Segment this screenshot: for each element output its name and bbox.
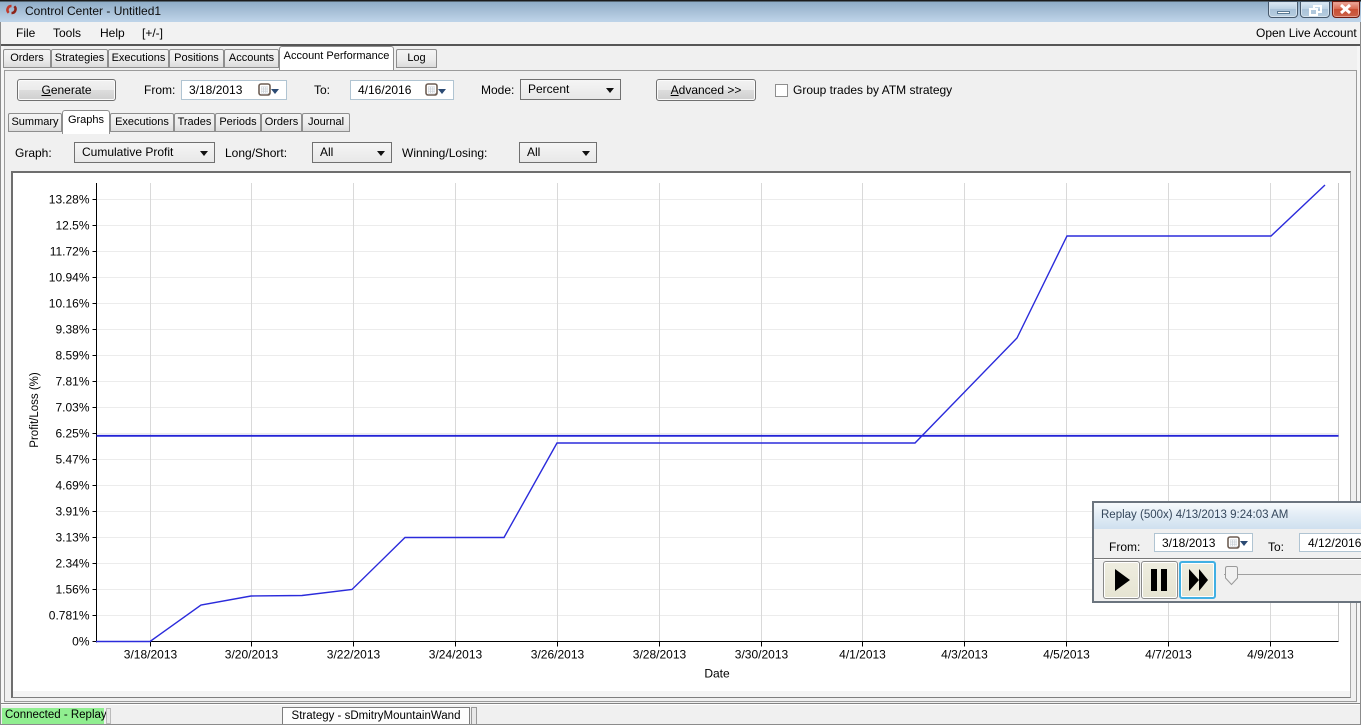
svg-text:1.56%: 1.56% — [55, 583, 89, 597]
svg-text:10.94%: 10.94% — [49, 271, 90, 285]
svg-text:Profit/Loss (%): Profit/Loss (%) — [29, 372, 41, 448]
svg-text:4/1/2013: 4/1/2013 — [839, 648, 886, 662]
svg-text:Date: Date — [704, 667, 730, 681]
svg-text:7.81%: 7.81% — [55, 375, 89, 389]
svg-text:3/28/2013: 3/28/2013 — [633, 648, 687, 662]
svg-text:6.25%: 6.25% — [55, 427, 89, 441]
svg-text:3/18/2013: 3/18/2013 — [124, 648, 178, 662]
svg-text:4/5/2013: 4/5/2013 — [1043, 648, 1090, 662]
svg-text:12.5%: 12.5% — [55, 219, 89, 233]
svg-text:0.781%: 0.781% — [49, 609, 90, 623]
svg-text:7.03%: 7.03% — [55, 401, 89, 415]
svg-text:2.34%: 2.34% — [55, 557, 89, 571]
svg-text:3.91%: 3.91% — [55, 505, 89, 519]
svg-text:3/24/2013: 3/24/2013 — [429, 648, 483, 662]
svg-text:9.38%: 9.38% — [55, 323, 89, 337]
svg-text:3/30/2013: 3/30/2013 — [735, 648, 789, 662]
svg-text:3/26/2013: 3/26/2013 — [531, 648, 585, 662]
svg-text:4/9/2013: 4/9/2013 — [1247, 648, 1294, 662]
svg-text:3/22/2013: 3/22/2013 — [327, 648, 381, 662]
svg-text:13.28%: 13.28% — [49, 193, 90, 207]
svg-text:3.13%: 3.13% — [55, 531, 89, 545]
svg-text:5.47%: 5.47% — [55, 453, 89, 467]
svg-text:11.72%: 11.72% — [50, 245, 90, 259]
svg-text:3/20/2013: 3/20/2013 — [225, 648, 279, 662]
svg-text:0%: 0% — [72, 635, 90, 649]
svg-text:8.59%: 8.59% — [55, 349, 89, 363]
svg-text:4/3/2013: 4/3/2013 — [941, 648, 988, 662]
svg-text:10.16%: 10.16% — [49, 297, 90, 311]
svg-text:4.69%: 4.69% — [55, 479, 89, 493]
svg-text:4/7/2013: 4/7/2013 — [1145, 648, 1192, 662]
